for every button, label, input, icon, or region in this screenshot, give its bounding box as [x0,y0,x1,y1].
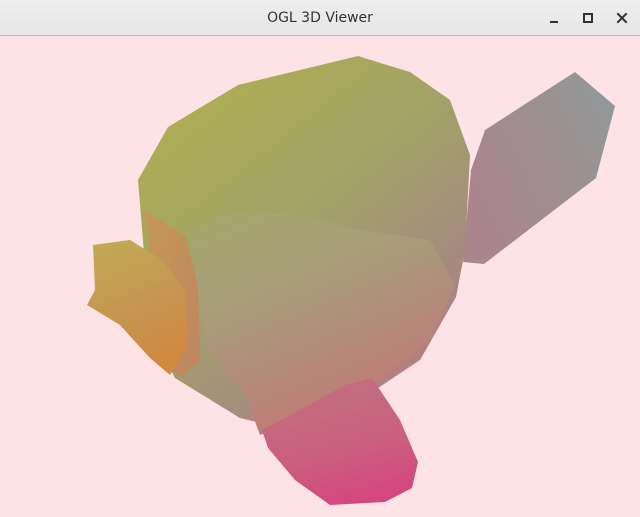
title-bar[interactable]: OGL 3D Viewer [0,0,640,36]
minimize-button[interactable] [544,8,564,28]
model-render [87,56,615,505]
maximize-button[interactable] [578,8,598,28]
maximize-icon [583,13,593,23]
close-icon [616,12,628,24]
gl-viewport[interactable] [0,36,640,517]
minimize-icon [550,21,558,23]
close-button[interactable] [612,8,632,28]
right-ear [463,72,615,264]
app-window: OGL 3D Viewer [0,0,640,517]
